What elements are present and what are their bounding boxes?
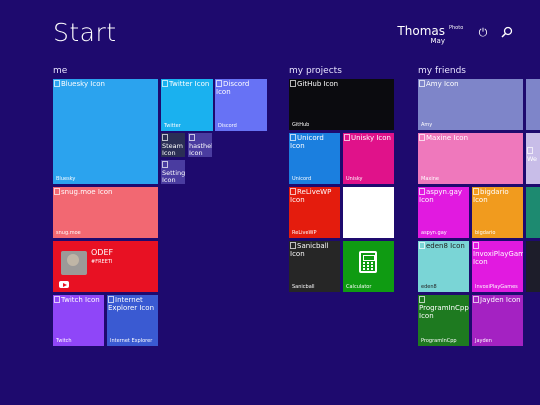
tile-label: Jayden bbox=[475, 338, 492, 344]
tile-programincpp[interactable]: ProgramInCpp Icon ProgramInCpp bbox=[418, 295, 469, 346]
tile-label: Internet Explorer bbox=[110, 338, 153, 344]
tile-label: GitHub bbox=[292, 122, 310, 128]
tile-twitter[interactable]: Twitter Icon Twitter bbox=[161, 79, 213, 131]
tile-unicord[interactable]: Unicord Icon Unicord bbox=[289, 133, 340, 184]
group-title-friends[interactable]: my friends bbox=[418, 66, 466, 76]
tile-twitch[interactable]: Twitch Icon Twitch bbox=[53, 295, 104, 346]
programincpp-icon: ProgramInCpp Icon bbox=[419, 296, 469, 320]
steam-icon: Steam Icon bbox=[162, 134, 185, 157]
tile-label: Amy bbox=[421, 122, 433, 128]
tile-eden8[interactable]: eden8 Icon eden8 bbox=[418, 241, 469, 292]
tile-bigdario-peek[interactable] bbox=[526, 187, 540, 238]
power-icon: ⏻ bbox=[478, 26, 488, 39]
tile-blank[interactable] bbox=[343, 187, 394, 238]
start-title: Start bbox=[53, 18, 117, 47]
aspyn-gay-icon: aspyn.gay Icon bbox=[419, 188, 468, 204]
sanicball-icon: Sanicball Icon bbox=[290, 242, 339, 258]
tile-label: ProgramInCpp bbox=[421, 338, 457, 344]
tile-label: Unisky bbox=[346, 176, 363, 182]
amy-icon: Amy Icon bbox=[419, 80, 459, 88]
unicord-icon: Unicord Icon bbox=[290, 134, 339, 150]
tile-aspyn-gay[interactable]: aspyn.gay Icon aspyn.gay bbox=[418, 187, 469, 238]
tile-hasthebi[interactable]: hasthebi Icon bbox=[188, 133, 212, 157]
tile-calculator[interactable]: Calculator bbox=[343, 241, 394, 292]
github-icon: GitHub Icon bbox=[290, 80, 338, 88]
tile-label: Calculator bbox=[346, 284, 372, 290]
tile-unisky[interactable]: Unisky Icon Unisky bbox=[343, 133, 394, 184]
tile-jayden[interactable]: Jayden Icon Jayden bbox=[472, 295, 523, 346]
unisky-icon: Unisky Icon bbox=[344, 134, 391, 142]
discord-icon: Discord Icon bbox=[216, 80, 266, 96]
tile-relivewp[interactable]: ReLiveWP Icon ReLiveWP bbox=[289, 187, 340, 238]
tile-snug-moe[interactable]: snug.moe Icon snug.moe bbox=[53, 187, 158, 238]
tile-amy[interactable]: Amy Icon Amy bbox=[418, 79, 523, 130]
tile-github[interactable]: GitHub Icon GitHub bbox=[289, 79, 394, 130]
relivewp-icon: ReLiveWP Icon bbox=[290, 188, 339, 204]
power-button[interactable]: ⏻ bbox=[476, 26, 490, 40]
tile-discord[interactable]: Discord Icon Discord bbox=[215, 79, 267, 131]
twitch-icon: Twitch Icon bbox=[54, 296, 100, 304]
tile-sanicball[interactable]: Sanicball Icon Sanicball bbox=[289, 241, 340, 292]
settings-icon: Settings Icon bbox=[162, 161, 185, 184]
eden8-icon: eden8 Icon bbox=[419, 242, 465, 250]
maxine-icon: Maxine Icon bbox=[419, 134, 468, 142]
tile-label: Maxine bbox=[421, 176, 439, 182]
calculator-icon bbox=[359, 251, 377, 273]
jayden-icon: Jayden Icon bbox=[473, 296, 521, 304]
group-title-me[interactable]: me bbox=[53, 66, 67, 76]
tile-label: Sanicball bbox=[292, 284, 315, 290]
tile-bluesky[interactable]: Bluesky Icon Bluesky bbox=[53, 79, 158, 184]
tile-label: Twitch bbox=[56, 338, 72, 344]
internet-explorer-icon: Internet Explorer Icon bbox=[108, 296, 157, 312]
user-last-name[interactable]: May bbox=[431, 37, 445, 45]
group-title-projects[interactable]: my projects bbox=[289, 66, 342, 76]
bigdario-icon: bigdario Icon bbox=[473, 188, 522, 204]
tile-label: bigdario bbox=[475, 230, 496, 236]
user-first-name[interactable]: Thomas bbox=[397, 24, 445, 38]
search-button[interactable] bbox=[500, 26, 514, 40]
tile-label: Bluesky bbox=[56, 176, 76, 182]
tile-label: Discord bbox=[218, 123, 237, 129]
tile-label: Twitter bbox=[164, 123, 181, 129]
tile-steam[interactable]: Steam Icon bbox=[161, 133, 185, 157]
youtube-icon bbox=[59, 281, 69, 288]
tile-label: ReLiveWP bbox=[292, 230, 317, 236]
bluesky-icon: Bluesky Icon bbox=[54, 80, 105, 88]
odef-tag: #FREETI bbox=[91, 259, 113, 265]
search-icon bbox=[501, 26, 513, 38]
tile-settings[interactable]: Settings Icon bbox=[161, 160, 185, 184]
avatar bbox=[61, 251, 87, 275]
tile-label: snug.moe bbox=[56, 230, 81, 236]
invoxiplaygames-icon: InvoxiPlayGames Icon bbox=[473, 242, 523, 266]
snug-moe-icon: snug.moe Icon bbox=[54, 188, 112, 196]
tile-invoxi-peek[interactable] bbox=[526, 241, 540, 292]
tile-label: aspyn.gay bbox=[421, 230, 447, 236]
tile-odef[interactable]: ODEF #FREETI bbox=[53, 241, 158, 292]
odef-name: ODEF bbox=[91, 248, 114, 257]
tile-internet-explorer[interactable]: Internet Explorer Icon Internet Explorer bbox=[107, 295, 158, 346]
tile-maxine-peek[interactable]: We bbox=[526, 133, 540, 184]
hasthebi-icon: hasthebi Icon bbox=[189, 134, 212, 157]
tile-label: eden8 bbox=[421, 284, 437, 290]
twitter-icon: Twitter Icon bbox=[162, 80, 209, 88]
blank-icon bbox=[344, 188, 351, 196]
tile-maxine[interactable]: Maxine Icon Maxine bbox=[418, 133, 523, 184]
user-photo[interactable]: Photo bbox=[449, 25, 467, 45]
tile-bigdario[interactable]: bigdario Icon bigdario bbox=[472, 187, 523, 238]
tile-invoxiplaygames[interactable]: InvoxiPlayGames Icon InvoxiPlayGames bbox=[472, 241, 523, 292]
tile-label: InvoxiPlayGames bbox=[475, 284, 518, 290]
peek-icon: We bbox=[527, 147, 540, 163]
tile-amy-peek[interactable] bbox=[526, 79, 540, 130]
tile-label: Unicord bbox=[292, 176, 312, 182]
